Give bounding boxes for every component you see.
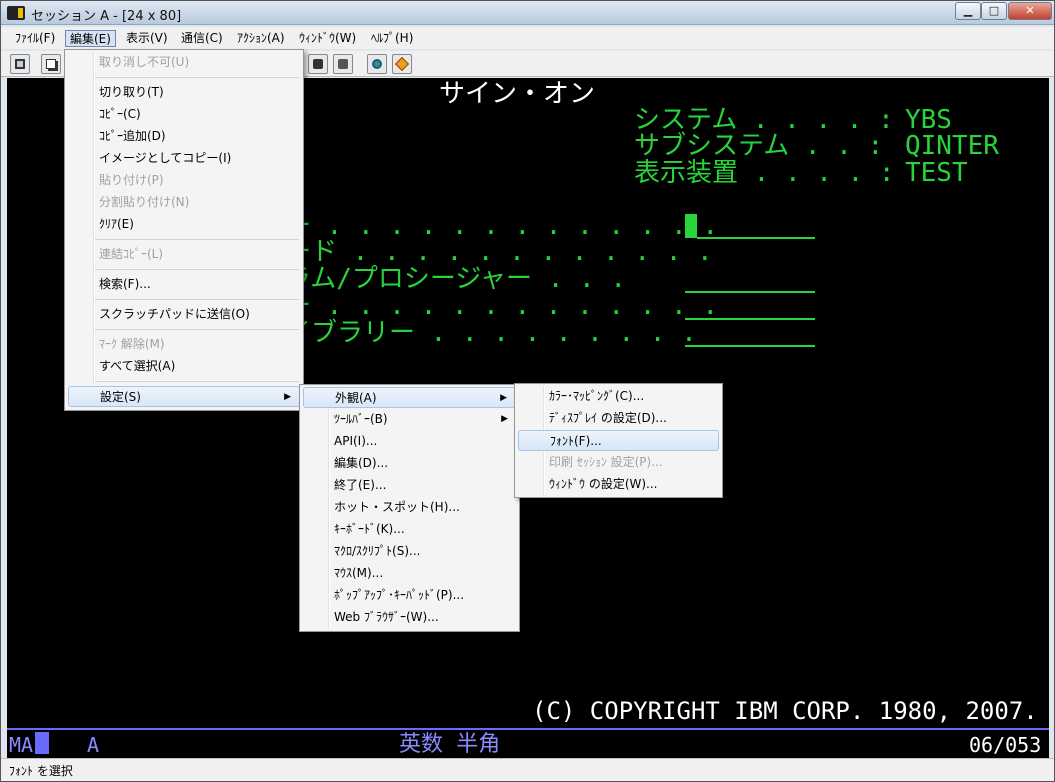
copyright-text: (C) COPYRIGHT IBM CORP. 1980, 2007. <box>532 697 1038 725</box>
appearance-submenu: ｶﾗｰ･ﾏｯﾋﾟﾝｸﾞ(C)... ﾃﾞｨｽﾌﾟﾚｲ の設定(D)... ﾌｫﾝ… <box>514 383 723 498</box>
display-value: TEST <box>905 158 968 188</box>
edit-undo-item[interactable]: 取り消し不可(U) <box>68 52 300 73</box>
status-text: ﾌｫﾝﾄ を選択 <box>9 764 73 778</box>
minimize-button[interactable]: ▁ <box>955 2 981 20</box>
edit-settings-item[interactable]: 設定(S) ▶ <box>68 386 300 407</box>
copy-icon <box>46 59 56 69</box>
edit-copy-item[interactable]: ｺﾋﾟｰ(C) <box>68 104 300 125</box>
send-icon <box>313 59 323 69</box>
edit-menu: 取り消し不可(U) 切り取り(T) ｺﾋﾟｰ(C) ｺﾋﾟｰ追加(D) イメージ… <box>64 49 304 411</box>
field-label-user: ー . . . . . . . . . . . . . <box>285 211 718 241</box>
subsystem-value: QINTER <box>905 131 999 161</box>
terminal-cursor <box>685 214 697 238</box>
menu-separator <box>95 239 299 240</box>
menu-bar: ﾌｧｲﾙ(F) 編集(E) 表示(V) 通信(C) ｱｸｼｮﾝ(A) ｳｨﾝﾄﾞ… <box>1 27 1054 49</box>
field-label-menu: ー . . . . . . . . . . . . . <box>285 291 718 321</box>
oia-cursor-position: 06/053 <box>969 733 1042 757</box>
edit-linked-copy-item[interactable]: 連結ｺﾋﾟｰ(L) <box>68 244 300 265</box>
edit-unmark-item[interactable]: ﾏｰｸ 解除(M) <box>68 334 300 355</box>
settings-mouse-item[interactable]: ﾏｳｽ(M)... <box>303 563 516 584</box>
edit-copy-append-item[interactable]: ｺﾋﾟｰ追加(D) <box>68 126 300 147</box>
toolbar-macro-button[interactable] <box>392 54 412 74</box>
menu-separator <box>95 299 299 300</box>
toolbar-send-button[interactable] <box>308 54 328 74</box>
menu-window[interactable]: ｳｨﾝﾄﾞｳ(W) <box>295 30 360 47</box>
user-input-field[interactable] <box>697 237 815 239</box>
app-icon <box>7 6 25 20</box>
edit-scratchpad-item[interactable]: スクラッチパッドに送信(O) <box>68 304 300 325</box>
field-label-password: ード . . . . . . . . . . . . <box>285 237 713 267</box>
oia-cursor <box>35 732 49 754</box>
appearance-window-settings-item[interactable]: ｳｨﾝﾄﾞｳ の設定(W)... <box>518 474 719 495</box>
globe-icon <box>372 59 382 69</box>
system-label: システム . . . . : <box>634 105 894 135</box>
settings-web-browser-item[interactable]: Web ﾌﾞﾗｳｻﾞｰ(W)... <box>303 607 516 628</box>
settings-popup-keypad-item[interactable]: ﾎﾟｯﾌﾟｱｯﾌﾟ･ｷｰﾊﾟｯﾄﾞ(P)... <box>303 585 516 606</box>
macro-icon <box>394 56 410 72</box>
field-label-library: イブラリー . . . . . . . . . <box>285 318 697 348</box>
settings-appearance-label: 外観(A) <box>335 391 377 405</box>
settings-toolbar-item[interactable]: ﾂｰﾙﾊﾞｰ(B) ▶ <box>303 409 516 430</box>
menu-separator <box>95 77 299 78</box>
edit-paste-item[interactable]: 貼り付け(P) <box>68 170 300 191</box>
appearance-font-item[interactable]: ﾌｫﾝﾄ(F)... <box>518 430 719 451</box>
appearance-color-mapping-item[interactable]: ｶﾗｰ･ﾏｯﾋﾟﾝｸﾞ(C)... <box>518 386 719 407</box>
title-bar[interactable]: セッション A - [24 x 80] ▁ □ ✕ <box>1 1 1054 25</box>
toolbar-copy-button[interactable] <box>41 54 61 74</box>
menu-separator <box>95 329 299 330</box>
program-input-field[interactable] <box>685 291 815 293</box>
edit-clear-item[interactable]: ｸﾘｱ(E) <box>68 214 300 235</box>
edit-copy-image-item[interactable]: イメージとしてコピー(I) <box>68 148 300 169</box>
settings-macro-item[interactable]: ﾏｸﾛ/ｽｸﾘﾌﾟﾄ(S)... <box>303 541 516 562</box>
system-value: YBS <box>905 105 952 135</box>
menu-separator <box>95 269 299 270</box>
submenu-arrow-icon: ▶ <box>284 392 291 402</box>
appearance-display-settings-item[interactable]: ﾃﾞｨｽﾌﾟﾚｲ の設定(D)... <box>518 408 719 429</box>
oia-session: A <box>87 733 100 757</box>
settings-exit-item[interactable]: 終了(E)... <box>303 475 516 496</box>
settings-toolbar-label: ﾂｰﾙﾊﾞｰ(B) <box>334 412 388 426</box>
menu-actions[interactable]: ｱｸｼｮﾝ(A) <box>233 30 289 47</box>
settings-submenu: 外観(A) ▶ ﾂｰﾙﾊﾞｰ(B) ▶ API(I)... 編集(D)... 終… <box>299 384 520 632</box>
print-screen-icon <box>15 59 25 69</box>
receive-icon <box>338 59 348 69</box>
edit-cut-item[interactable]: 切り取り(T) <box>68 82 300 103</box>
oia-indicator: MA <box>9 733 34 757</box>
library-input-field[interactable] <box>685 345 815 347</box>
menu-file[interactable]: ﾌｧｲﾙ(F) <box>11 30 59 47</box>
appearance-print-session-item[interactable]: 印刷 ｾｯｼｮﾝ 設定(P)... <box>518 452 719 473</box>
submenu-arrow-icon: ▶ <box>501 414 508 424</box>
maximize-button[interactable]: □ <box>981 2 1007 20</box>
settings-appearance-item[interactable]: 外観(A) ▶ <box>303 387 516 408</box>
edit-select-all-item[interactable]: すべて選択(A) <box>68 356 300 377</box>
signon-heading: サイン・オン <box>439 79 596 109</box>
menu-view[interactable]: 表示(V) <box>122 30 172 47</box>
field-label-program: ラム/プロシージャー . . . <box>285 264 626 294</box>
subsystem-label: サブシステム . . : <box>634 131 884 161</box>
settings-edit-item[interactable]: 編集(D)... <box>303 453 516 474</box>
settings-api-item[interactable]: API(I)... <box>303 431 516 452</box>
edit-paste-split-item[interactable]: 分割貼り付け(N) <box>68 192 300 213</box>
terminal-window: セッション A - [24 x 80] ▁ □ ✕ ﾌｧｲﾙ(F) 編集(E) … <box>0 0 1055 782</box>
edit-settings-label: 設定(S) <box>100 390 141 404</box>
window-title: セッション A - [24 x 80] <box>31 9 182 24</box>
display-label: 表示装置 . . . . : <box>634 158 895 188</box>
toolbar-print-screen-button[interactable] <box>10 54 30 74</box>
menu-communication[interactable]: 通信(C) <box>177 30 227 47</box>
submenu-arrow-icon: ▶ <box>500 393 507 403</box>
status-bar: ﾌｫﾝﾄ を選択 <box>1 758 1054 781</box>
oia-input-mode: 英数 半角 <box>399 732 501 757</box>
toolbar-web-button[interactable] <box>367 54 387 74</box>
settings-keyboard-item[interactable]: ｷｰﾎﾞｰﾄﾞ(K)... <box>303 519 516 540</box>
toolbar-receive-button[interactable] <box>333 54 353 74</box>
menu-edit[interactable]: 編集(E) <box>65 30 116 47</box>
edit-find-item[interactable]: 検索(F)... <box>68 274 300 295</box>
menu-input-field[interactable] <box>685 318 815 320</box>
close-button[interactable]: ✕ <box>1008 2 1052 20</box>
menu-help[interactable]: ﾍﾙﾌﾟ(H) <box>367 30 417 47</box>
menu-separator <box>95 381 299 382</box>
operator-info-area: MA A 英数 半角 06/053 <box>7 728 1049 758</box>
settings-hotspot-item[interactable]: ホット・スポット(H)... <box>303 497 516 518</box>
